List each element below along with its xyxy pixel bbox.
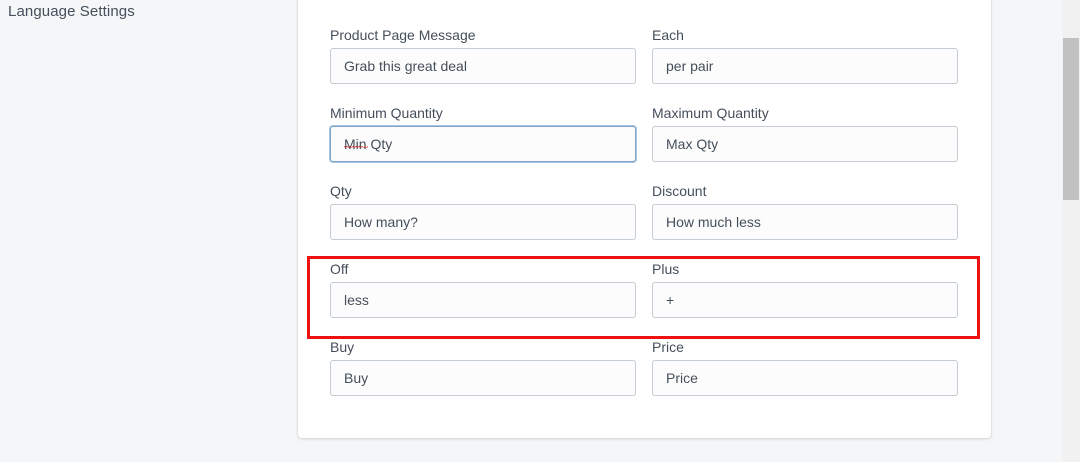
settings-page: Language Settings Product Page Message E… bbox=[0, 0, 1080, 462]
vertical-scrollbar[interactable] bbox=[1062, 0, 1080, 462]
off-field: Off bbox=[330, 259, 636, 318]
plus-label: Plus bbox=[652, 261, 680, 277]
buy-label: Buy bbox=[330, 339, 355, 355]
qty-label: Qty bbox=[330, 183, 352, 199]
discount-input[interactable] bbox=[652, 204, 958, 240]
buy-input[interactable] bbox=[330, 360, 636, 396]
plus-field: Plus bbox=[652, 259, 958, 318]
language-settings-card: Product Page Message Each Minimum Quanti… bbox=[298, 0, 991, 438]
off-label: Off bbox=[330, 261, 349, 277]
minimum-quantity-input[interactable] bbox=[330, 126, 636, 162]
product-page-message-input[interactable] bbox=[330, 48, 636, 84]
minimum-quantity-label: Minimum Quantity bbox=[330, 105, 443, 121]
each-label: Each bbox=[652, 27, 684, 43]
maximum-quantity-label: Maximum Quantity bbox=[652, 105, 769, 121]
section-title: Language Settings bbox=[8, 3, 135, 20]
qty-input[interactable] bbox=[330, 204, 636, 240]
minimum-quantity-field: Minimum Quantity bbox=[330, 103, 636, 162]
discount-label: Discount bbox=[652, 183, 707, 199]
price-label: Price bbox=[652, 339, 684, 355]
maximum-quantity-input[interactable] bbox=[652, 126, 958, 162]
scrollbar-thumb[interactable] bbox=[1063, 38, 1079, 200]
buy-field: Buy bbox=[330, 337, 636, 396]
product-page-message-label: Product Page Message bbox=[330, 27, 476, 43]
price-field: Price bbox=[652, 337, 958, 396]
plus-input[interactable] bbox=[652, 282, 958, 318]
maximum-quantity-field: Maximum Quantity bbox=[652, 103, 958, 162]
discount-field: Discount bbox=[652, 181, 958, 240]
each-input[interactable] bbox=[652, 48, 958, 84]
off-input[interactable] bbox=[330, 282, 636, 318]
qty-field: Qty bbox=[330, 181, 636, 240]
product-page-message-field: Product Page Message bbox=[330, 25, 636, 84]
price-input[interactable] bbox=[652, 360, 958, 396]
each-field: Each bbox=[652, 25, 958, 84]
